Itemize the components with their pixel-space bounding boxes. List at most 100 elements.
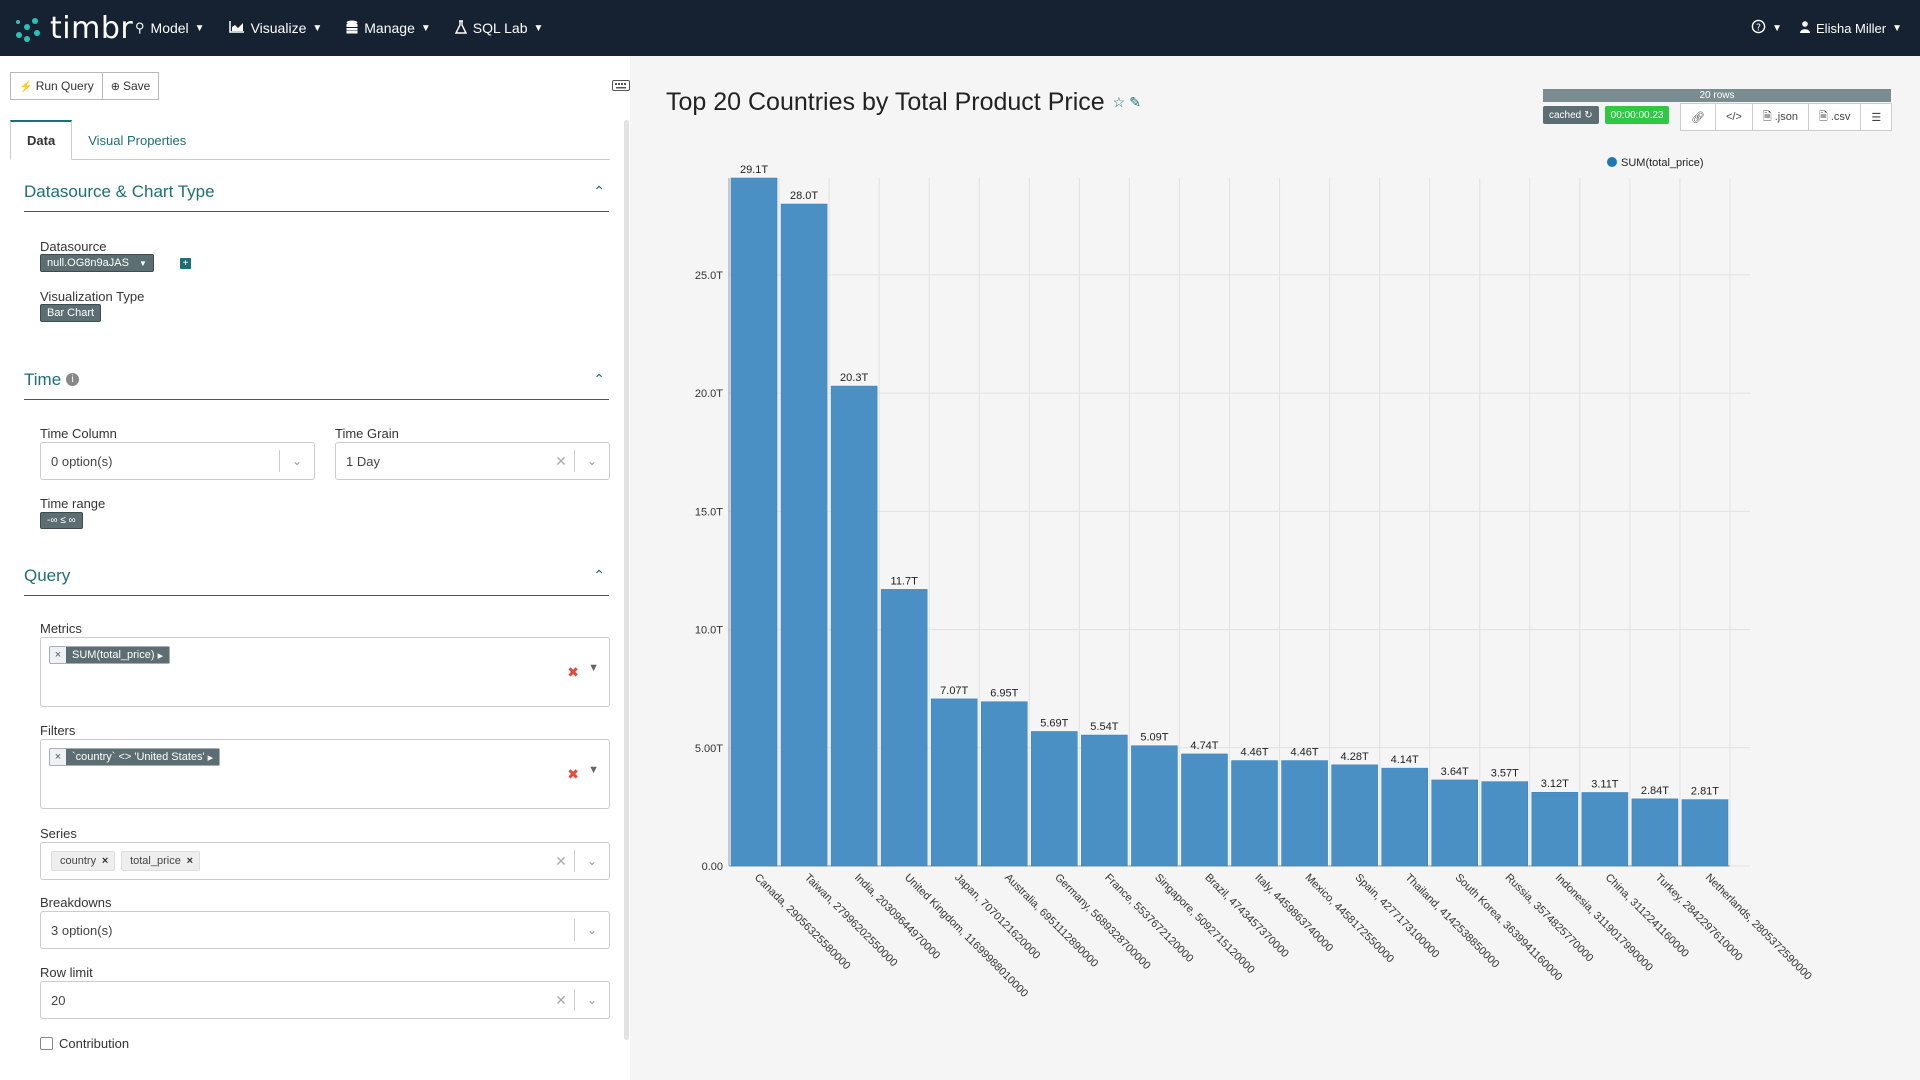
chevron-down-icon: ▼ bbox=[138, 258, 147, 268]
series-chip-total-price[interactable]: total_price × bbox=[121, 851, 200, 871]
section-query-title: Query bbox=[24, 565, 71, 585]
series-select[interactable]: country × total_price × ✕ ⌄ bbox=[40, 842, 610, 880]
x-tick-label: India, 20309644970000 bbox=[852, 872, 942, 962]
chevron-down-icon: ⌄ bbox=[586, 923, 598, 937]
logo-text: timbr bbox=[50, 10, 134, 46]
time-column-select[interactable]: 0 option(s) ⌄ bbox=[40, 442, 315, 480]
menu-model[interactable]: ⚲ Model ▼ bbox=[135, 20, 205, 36]
section-query-header[interactable]: Query ⌃ bbox=[24, 556, 609, 596]
chevron-up-icon[interactable]: ⌃ bbox=[593, 183, 605, 200]
row-limit-label: Row limit bbox=[40, 965, 93, 980]
bar-value-label: 5.09T bbox=[1140, 732, 1168, 744]
section-datasource-title: Datasource & Chart Type bbox=[24, 181, 215, 201]
caret-down-icon[interactable]: ▼ bbox=[588, 764, 599, 776]
clear-all-icon[interactable]: ✖ bbox=[567, 766, 579, 783]
filters-input[interactable]: × `country` <> 'United States' ▸ ✖ ▼ bbox=[40, 739, 610, 809]
menu-sql-lab[interactable]: SQL Lab ▼ bbox=[454, 19, 544, 37]
bar-value-label: 3.64T bbox=[1441, 766, 1469, 778]
legend-label: SUM(total_price) bbox=[1621, 157, 1704, 169]
keyboard-icon[interactable] bbox=[612, 80, 630, 94]
clear-icon[interactable]: ✕ bbox=[548, 992, 574, 1009]
metrics-input[interactable]: × SUM(total_price) ▸ ✖ ▼ bbox=[40, 637, 610, 707]
y-tick-label: 5.00T bbox=[695, 743, 723, 755]
bar-value-label: 4.28T bbox=[1341, 751, 1369, 763]
save-button[interactable]: ⊕ Save bbox=[102, 72, 160, 100]
metric-chip-label: SUM(total_price) bbox=[72, 649, 155, 661]
add-datasource-icon[interactable]: + bbox=[180, 258, 191, 269]
bar bbox=[1031, 731, 1078, 867]
chevron-up-icon[interactable]: ⌃ bbox=[593, 567, 605, 584]
x-tick-label: Indonesia, 3119017990000 bbox=[1553, 872, 1655, 974]
bar-value-label: 4.14T bbox=[1391, 754, 1419, 766]
bar-value-label: 11.7T bbox=[891, 575, 919, 587]
svg-text:?: ? bbox=[1756, 22, 1761, 33]
chevron-down-icon: ▼ bbox=[533, 22, 544, 34]
run-query-button[interactable]: ⚡ Run Query bbox=[10, 72, 103, 100]
row-limit-select[interactable]: 20 ✕ ⌄ bbox=[40, 981, 610, 1019]
section-datasource-header[interactable]: Datasource & Chart Type ⌃ bbox=[24, 172, 609, 212]
x-tick-label: Germany, 5689328700000 bbox=[1052, 872, 1152, 972]
menu-manage[interactable]: Manage ▼ bbox=[346, 20, 431, 37]
user-menu[interactable]: Elisha Miller ▼ bbox=[1800, 21, 1902, 36]
bar-value-label: 3.57T bbox=[1491, 768, 1519, 780]
contribution-checkbox[interactable] bbox=[40, 1037, 53, 1050]
bar bbox=[1331, 764, 1378, 867]
menu-sql-lab-label: SQL Lab bbox=[472, 20, 528, 36]
tab-visual-properties[interactable]: Visual Properties bbox=[72, 120, 202, 160]
tab-data[interactable]: Data bbox=[10, 120, 73, 160]
filter-chip[interactable]: × `country` <> 'United States' ▸ bbox=[49, 748, 221, 766]
datasource-select[interactable]: null.OG8n9aJAS ▼ bbox=[40, 254, 154, 272]
user-name: Elisha Miller bbox=[1816, 20, 1887, 36]
chevron-up-icon[interactable]: ⌃ bbox=[593, 371, 605, 388]
bar bbox=[1531, 791, 1579, 867]
info-icon[interactable]: i bbox=[66, 373, 80, 386]
bar bbox=[1581, 792, 1629, 867]
bolt-icon: ⚡ bbox=[19, 80, 33, 93]
time-grain-select[interactable]: 1 Day ✕ ⌄ bbox=[335, 442, 610, 480]
bar-value-label: 20.3T bbox=[840, 372, 868, 384]
clear-icon[interactable]: ✕ bbox=[548, 853, 574, 870]
series-chip-country[interactable]: country × bbox=[51, 851, 116, 871]
menu-visualize-label: Visualize bbox=[250, 20, 307, 36]
panel-scrollbar[interactable] bbox=[624, 120, 629, 1040]
run-query-label: Run Query bbox=[35, 79, 94, 93]
bar-value-label: 3.11T bbox=[1591, 778, 1619, 790]
x-tick-label: Taiwan, 27996202550000 bbox=[802, 872, 900, 970]
chevron-down-icon: ▼ bbox=[312, 22, 323, 34]
bar-chart: 0.00 5.00T 10.0T 15.0T 20.0T 25.0T 29.1T Canada… bbox=[695, 157, 1814, 1000]
help-menu[interactable]: ? ▼ bbox=[1751, 19, 1782, 37]
metric-chip[interactable]: × SUM(total_price) ▸ bbox=[49, 646, 171, 664]
remove-icon[interactable]: × bbox=[181, 855, 199, 867]
menu-visualize[interactable]: Visualize ▼ bbox=[228, 20, 323, 36]
bar-value-label: 28.0T bbox=[790, 190, 818, 202]
series-label: Series bbox=[40, 826, 77, 841]
bar-value-label: 4.74T bbox=[1190, 740, 1218, 752]
time-range-select[interactable]: -∞ ≤ ∞ bbox=[40, 512, 83, 529]
timbr-logo[interactable]: timbr bbox=[14, 8, 133, 48]
remove-icon[interactable]: × bbox=[50, 751, 66, 763]
bar bbox=[1481, 781, 1529, 867]
save-label: Save bbox=[122, 79, 151, 93]
caret-down-icon[interactable]: ▼ bbox=[588, 662, 599, 674]
section-time-header[interactable]: Time i ⌃ bbox=[24, 360, 609, 400]
bar bbox=[1181, 753, 1228, 867]
viz-type-select[interactable]: Bar Chart bbox=[40, 304, 102, 322]
remove-icon[interactable]: × bbox=[50, 649, 66, 661]
x-tick-label: Singapore, 5092715120000 bbox=[1152, 872, 1257, 977]
chevron-down-icon: ▼ bbox=[194, 22, 205, 34]
breakdowns-select[interactable]: 3 option(s) ⌄ bbox=[40, 911, 610, 949]
bar bbox=[1131, 745, 1178, 867]
time-grain-value: 1 Day bbox=[346, 453, 380, 469]
remove-icon[interactable]: × bbox=[96, 855, 114, 867]
contribution-row[interactable]: Contribution bbox=[40, 1036, 129, 1051]
x-tick-label: Russia, 3574825770000 bbox=[1503, 872, 1596, 965]
menu-model-label: Model bbox=[150, 20, 189, 36]
clear-icon[interactable]: ✕ bbox=[548, 453, 574, 470]
chevron-down-icon: ⌄ bbox=[586, 854, 598, 868]
metrics-label: Metrics bbox=[40, 621, 82, 636]
bar bbox=[1081, 734, 1128, 867]
bar-value-label: 2.81T bbox=[1691, 786, 1719, 798]
bar-value-label: 4.46T bbox=[1240, 747, 1268, 759]
clear-all-icon[interactable]: ✖ bbox=[567, 664, 579, 681]
bar-value-label: 4.46T bbox=[1291, 747, 1319, 759]
